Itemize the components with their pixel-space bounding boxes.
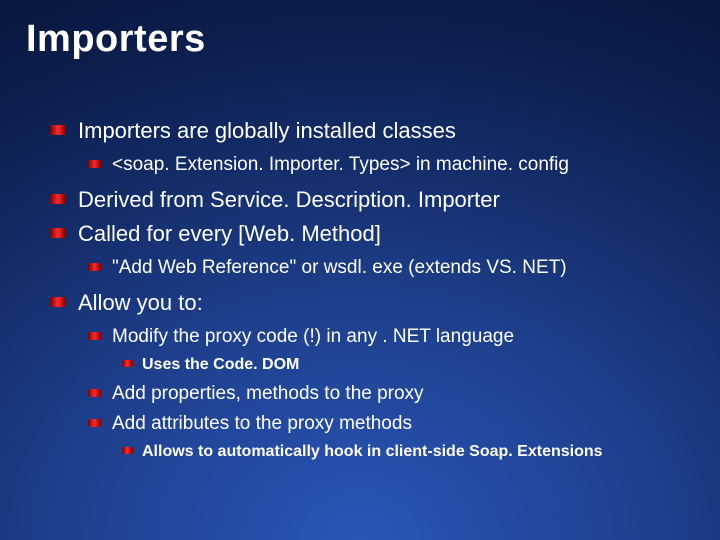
bullet-text: Add properties, methods to the proxy xyxy=(112,383,424,404)
bullet-icon xyxy=(50,125,66,135)
bullet-text: Called for every [Web. Method] xyxy=(78,221,381,246)
bullet-item: Allow you to: Modify the proxy code (!) … xyxy=(50,288,680,462)
bullet-item: Importers are globally installed classes… xyxy=(50,116,680,177)
bullet-item: Uses the Code. DOM xyxy=(122,354,680,376)
bullet-icon xyxy=(50,297,66,307)
bullet-text: Add attributes to the proxy methods xyxy=(112,413,412,434)
bullet-item: Add attributes to the proxy methods Allo… xyxy=(88,411,680,462)
bullet-text: "Add Web Reference" or wsdl. exe (extend… xyxy=(112,257,567,278)
bullet-item: <soap. Extension. Importer. Types> in ma… xyxy=(88,152,680,178)
bullet-icon xyxy=(122,360,133,367)
bullet-icon xyxy=(122,447,133,454)
bullet-item: Allows to automatically hook in client-s… xyxy=(122,441,680,463)
bullet-item: Called for every [Web. Method] "Add Web … xyxy=(50,219,680,280)
bullet-item: Add properties, methods to the proxy xyxy=(88,381,680,407)
bullet-icon xyxy=(88,419,101,427)
bullet-text: Allows to automatically hook in client-s… xyxy=(142,443,603,460)
bullet-icon xyxy=(50,228,66,238)
slide-title: Importers xyxy=(0,0,720,61)
bullet-icon xyxy=(88,263,101,271)
bullet-text: Importers are globally installed classes xyxy=(78,118,456,143)
bullet-text: Derived from Service. Description. Impor… xyxy=(78,187,500,212)
bullet-text: Allow you to: xyxy=(78,290,203,315)
bullet-icon xyxy=(88,332,101,340)
bullet-item: Derived from Service. Description. Impor… xyxy=(50,185,680,215)
bullet-text: Uses the Code. DOM xyxy=(142,356,299,373)
bullet-icon xyxy=(88,389,101,397)
bullet-text: <soap. Extension. Importer. Types> in ma… xyxy=(112,154,569,175)
bullet-item: "Add Web Reference" or wsdl. exe (extend… xyxy=(88,255,680,281)
bullet-icon xyxy=(50,194,66,204)
bullet-item: Modify the proxy code (!) in any . NET l… xyxy=(88,324,680,375)
slide-content: Importers are globally installed classes… xyxy=(0,61,720,462)
bullet-text: Modify the proxy code (!) in any . NET l… xyxy=(112,326,514,347)
bullet-icon xyxy=(88,160,101,168)
